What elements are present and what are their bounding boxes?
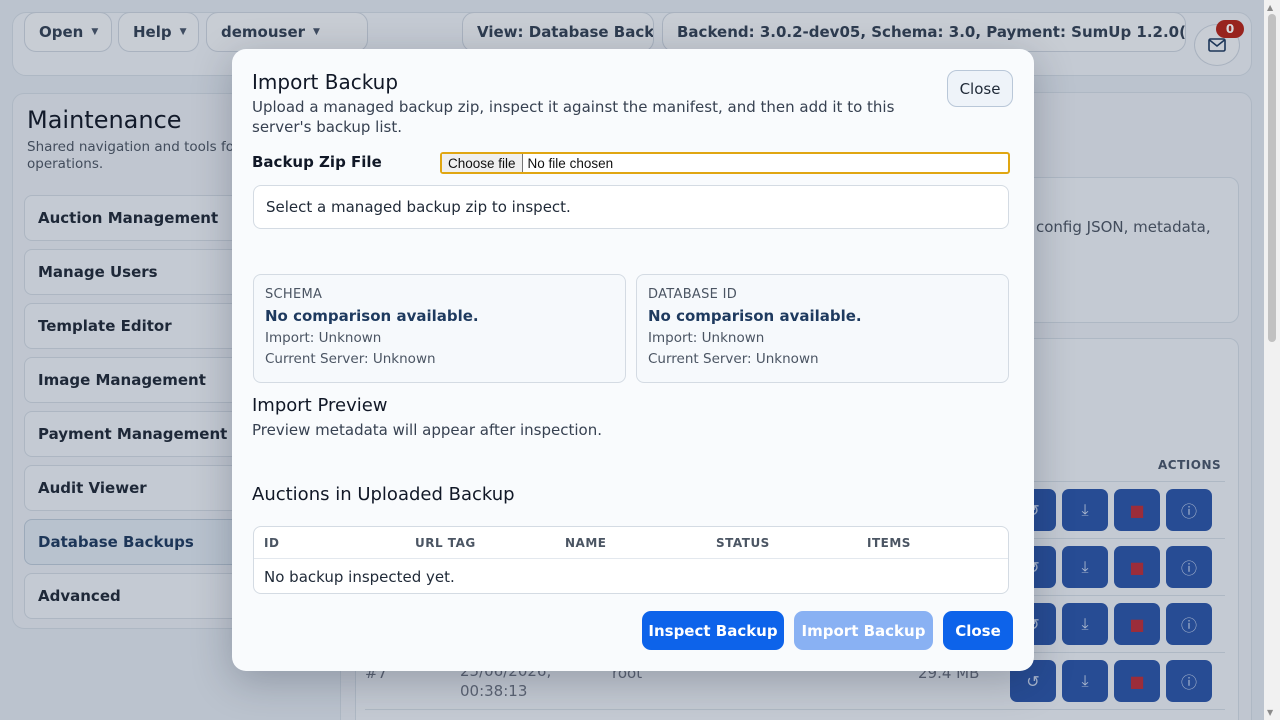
import-preview-title: Import Preview [252,395,388,416]
database-id-current-value: Current Server: Unknown [648,351,819,367]
import-backup-dialog: Import Backup Upload a managed backup zi… [232,49,1034,671]
schema-import-value: Import: Unknown [265,330,382,346]
inspect-backup-button[interactable]: Inspect Backup [642,611,784,650]
database-id-import-value: Import: Unknown [648,330,765,346]
import-preview-text: Preview metadata will appear after inspe… [252,421,602,439]
schema-current-value: Current Server: Unknown [265,351,436,367]
backup-zip-label: Backup Zip File [252,153,382,171]
scroll-down-icon[interactable]: ▼ [1267,708,1273,717]
choose-file-button[interactable]: Choose file [442,154,523,172]
close-dialog-button[interactable]: Close [947,70,1013,107]
column-header-status: STATUS [716,536,770,550]
scroll-up-icon[interactable]: ▲ [1267,3,1273,12]
schema-heading: SCHEMA [265,287,323,302]
database-id-comparison-result: No comparison available. [648,307,862,325]
schema-comparison-result: No comparison available. [265,307,479,325]
column-header-name: NAME [565,536,607,550]
auctions-table: ID URL TAG NAME STATUS ITEMS No backup i… [253,526,1009,594]
database-id-heading: DATABASE ID [648,287,738,302]
column-header-items: ITEMS [867,536,911,550]
backup-zip-file-input[interactable]: Choose file No file chosen [440,152,1010,174]
database-id-comparison-card: DATABASE ID No comparison available. Imp… [636,274,1009,383]
column-header-url-tag: URL TAG [415,536,476,550]
dialog-title: Import Backup [252,70,399,94]
scrollbar-thumb[interactable] [1268,14,1276,342]
dialog-description: Upload a managed backup zip, inspect it … [252,98,895,136]
schema-comparison-card: SCHEMA No comparison available. Import: … [253,274,626,383]
inspection-status: Select a managed backup zip to inspect. [253,185,1009,229]
empty-table-message: No backup inspected yet. [264,568,455,586]
auctions-table-title: Auctions in Uploaded Backup [252,484,515,505]
import-backup-button[interactable]: Import Backup [794,611,933,650]
close-button[interactable]: Close [943,611,1013,650]
table-header-divider [254,558,1008,559]
file-name-text: No file chosen [527,155,614,171]
column-header-id: ID [264,536,280,550]
